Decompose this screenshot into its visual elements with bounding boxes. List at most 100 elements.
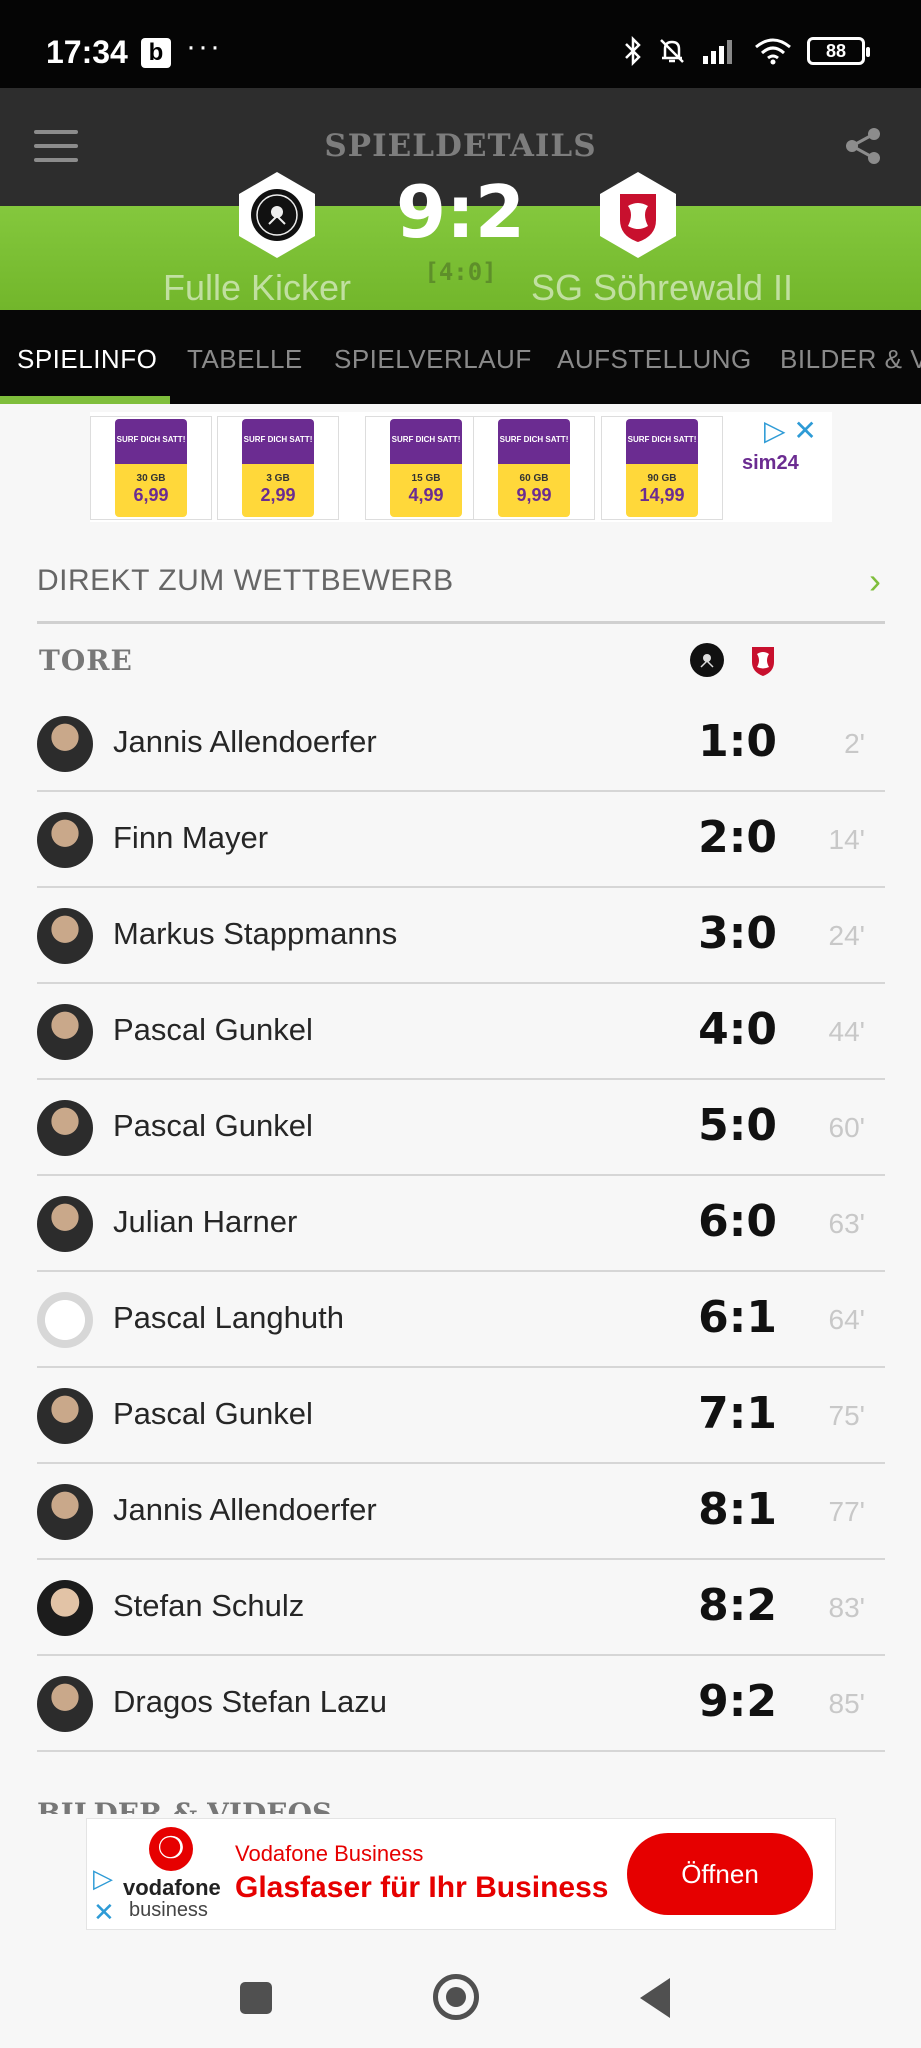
tab-spielinfo[interactable]: SPIELINFO xyxy=(17,344,157,375)
home-button[interactable] xyxy=(433,1974,479,2020)
goal-minute: 85' xyxy=(828,1688,866,1719)
match-info-content: DIREKT ZUM WETTBEWERB › TORE Jannis Alle… xyxy=(37,540,885,1752)
goal-minute: 14' xyxy=(828,824,866,855)
ad-choices-icons[interactable]: ▷ ✕ xyxy=(764,414,817,447)
goal-score: 6:1 xyxy=(698,1292,777,1343)
goal-score: 8:1 xyxy=(698,1484,777,1535)
goal-row[interactable]: Markus Stappmanns 3:0 24' xyxy=(37,888,885,984)
ad-title: Glasfaser für Ihr Business xyxy=(235,1871,609,1904)
tab-bar: SPIELINFO TABELLE SPIELVERLAUF AUFSTELLU… xyxy=(0,310,921,404)
system-nav-bar xyxy=(0,1940,921,2048)
recent-apps-button[interactable] xyxy=(240,1982,272,2014)
ad-open-button[interactable]: Öffnen xyxy=(627,1833,813,1915)
ad-offer-card[interactable]: SURF DICH SATT! 30 GB 6,99 xyxy=(90,416,212,520)
goal-scorer[interactable]: Markus Stappmanns xyxy=(113,916,397,952)
ad-banner-vodafone[interactable]: ❍ ▷ ✕ vodafone business Vodafone Busines… xyxy=(86,1818,836,1930)
sim24-logo: sim24 xyxy=(742,452,799,474)
player-avatar-placeholder xyxy=(37,1292,93,1348)
player-avatar xyxy=(37,716,93,772)
tab-bilder-videos[interactable]: BILDER & V xyxy=(780,344,921,375)
goal-score: 5:0 xyxy=(698,1100,777,1151)
goal-minute: 60' xyxy=(828,1112,866,1143)
goals-list: Jannis Allendoerfer 1:0 2' Finn Mayer 2:… xyxy=(37,696,885,1752)
bluetooth-icon xyxy=(625,36,641,66)
ad-offer-card[interactable]: SURF DICH SATT! 15 GB 4,99 xyxy=(365,416,487,520)
app-notification-icon: b xyxy=(141,38,171,68)
goal-score: 6:0 xyxy=(698,1196,777,1247)
vodafone-logo: ❍ xyxy=(149,1827,193,1871)
goal-scorer[interactable]: Jannis Allendoerfer xyxy=(113,1492,377,1528)
goal-scorer[interactable]: Stefan Schulz xyxy=(113,1588,304,1624)
goal-minute: 77' xyxy=(828,1496,866,1527)
goal-minute: 44' xyxy=(828,1016,866,1047)
goal-row[interactable]: Julian Harner 6:0 63' xyxy=(37,1176,885,1272)
goal-scorer[interactable]: Jannis Allendoerfer xyxy=(113,724,377,760)
goal-row[interactable]: Pascal Gunkel 4:0 44' xyxy=(37,984,885,1080)
goal-row[interactable]: Jannis Allendoerfer 1:0 2' xyxy=(37,696,885,792)
away-team-name[interactable]: SG Söhrewald II xyxy=(522,266,802,310)
ad-banner-sim24[interactable]: SURF DICH SATT! 30 GB 6,99 SURF DICH SATT!… xyxy=(90,412,832,522)
adchoices-icon[interactable]: ▷ xyxy=(764,415,786,446)
page-title: SPIELDETAILS xyxy=(324,128,597,164)
goal-scorer[interactable]: Pascal Langhuth xyxy=(113,1300,344,1336)
wifi-icon xyxy=(755,38,791,65)
goal-score: 8:2 xyxy=(698,1580,777,1631)
home-team-mini-logo xyxy=(690,643,724,677)
player-avatar xyxy=(37,812,93,868)
player-avatar xyxy=(37,908,93,964)
match-header: SPIELDETAILS 9:2 [4:0] Fulle Kicker Kass… xyxy=(0,88,921,310)
player-avatar xyxy=(37,1196,93,1252)
back-button[interactable] xyxy=(640,1978,670,2018)
goal-minute: 2' xyxy=(844,728,865,759)
mute-bell-icon xyxy=(660,39,684,63)
tab-spielverlauf[interactable]: SPIELVERLAUF xyxy=(334,344,532,375)
goal-row[interactable]: Jannis Allendoerfer 8:1 77' xyxy=(37,1464,885,1560)
competition-link[interactable]: DIREKT ZUM WETTBEWERB › xyxy=(37,540,885,624)
goal-row[interactable]: Pascal Gunkel 5:0 60' xyxy=(37,1080,885,1176)
goal-row[interactable]: Pascal Gunkel 7:1 75' xyxy=(37,1368,885,1464)
close-icon[interactable]: ✕ xyxy=(793,415,816,446)
adchoices-icon[interactable]: ▷ xyxy=(93,1863,113,1894)
close-icon[interactable]: ✕ xyxy=(93,1897,115,1928)
ad-offer-card[interactable]: SURF DICH SATT! 60 GB 9,99 xyxy=(473,416,595,520)
battery-icon: 88 xyxy=(807,37,870,65)
goal-scorer[interactable]: Dragos Stefan Lazu xyxy=(113,1684,387,1720)
goal-scorer[interactable]: Pascal Gunkel xyxy=(113,1108,313,1144)
player-avatar xyxy=(37,1580,93,1636)
share-icon[interactable] xyxy=(843,126,883,166)
ad-brand-name: vodafone xyxy=(123,1875,221,1900)
goal-row[interactable]: Pascal Langhuth 6:1 64' xyxy=(37,1272,885,1368)
away-team-mini-logo xyxy=(752,647,774,676)
goal-score: 2:0 xyxy=(698,812,777,863)
ad-offer-card[interactable]: SURF DICH SATT! 3 GB 2,99 xyxy=(217,416,339,520)
goal-row[interactable]: Stefan Schulz 8:2 83' xyxy=(37,1560,885,1656)
status-time: 17:34 xyxy=(46,34,128,70)
ad-headline: Vodafone Business xyxy=(235,1841,424,1866)
goal-score: 4:0 xyxy=(698,1004,777,1055)
goal-scorer[interactable]: Pascal Gunkel xyxy=(113,1396,313,1432)
goal-score: 3:0 xyxy=(698,908,777,959)
tab-tabelle[interactable]: TABELLE xyxy=(187,344,303,375)
goal-score: 9:2 xyxy=(698,1676,777,1727)
goal-scorer[interactable]: Pascal Gunkel xyxy=(113,1012,313,1048)
goal-score: 7:1 xyxy=(698,1388,777,1439)
goal-score: 1:0 xyxy=(698,716,777,767)
player-avatar xyxy=(37,1388,93,1444)
ad-brand-sub: business xyxy=(129,1899,208,1921)
next-section-title: BILDER & VIDEOS xyxy=(37,1800,332,1814)
goal-row[interactable]: Finn Mayer 2:0 14' xyxy=(37,792,885,888)
goal-row[interactable]: Dragos Stefan Lazu 9:2 85' xyxy=(37,1656,885,1752)
player-avatar xyxy=(37,1484,93,1540)
chevron-right-icon: › xyxy=(869,559,881,601)
tab-aufstellung[interactable]: AUFSTELLUNG xyxy=(557,344,752,375)
ad-offer-card[interactable]: SURF DICH SATT! 90 GB 14,99 xyxy=(601,416,723,520)
goals-title: TORE xyxy=(39,644,133,677)
home-team-name[interactable]: Fulle Kicker Kassel xyxy=(117,266,397,310)
goal-scorer[interactable]: Julian Harner xyxy=(113,1204,297,1240)
status-icons: 88 xyxy=(623,36,870,66)
final-score: 9:2 xyxy=(396,170,525,254)
more-notifications-icon: ··· xyxy=(186,30,222,63)
goal-minute: 63' xyxy=(828,1208,866,1239)
goal-scorer[interactable]: Finn Mayer xyxy=(113,820,268,856)
player-avatar xyxy=(37,1004,93,1060)
